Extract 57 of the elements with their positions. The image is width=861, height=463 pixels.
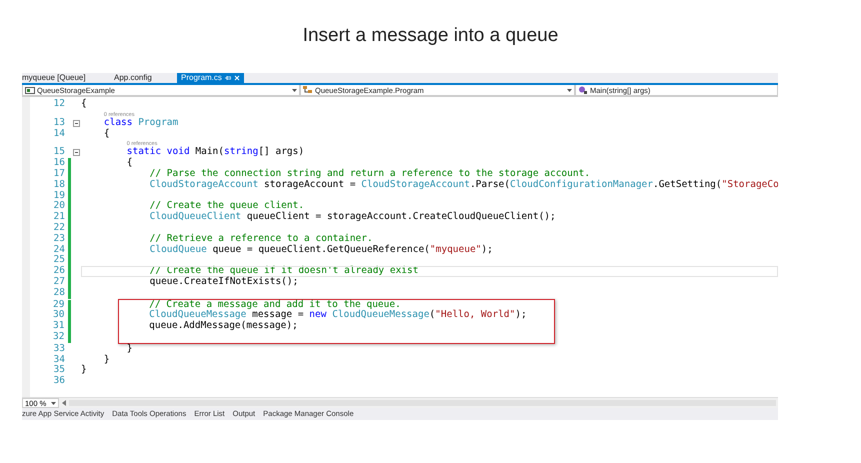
code-line: }: [81, 365, 87, 376]
line-number: 23: [52, 234, 65, 245]
line-number: 33: [52, 344, 65, 355]
code-line: CloudQueueMessage message = new CloudQueueMessage("Hello, World");: [148, 310, 527, 320]
line-number: 22: [52, 222, 65, 234]
code-line: }: [102, 354, 110, 366]
line-number: 17: [52, 168, 65, 180]
line-number: 35: [52, 365, 65, 376]
caret-icon: [51, 402, 56, 404]
code-line: CloudStorageAccount storageAccount = CloudStorageAccount.Parse(CloudConfigurationManager.GetSetting("StorageCo: [148, 180, 778, 191]
line-number: 31: [52, 321, 64, 332]
code-line: queue.AddMessage(message);: [148, 321, 298, 332]
line-number: 12: [52, 99, 65, 110]
line-number: 36: [52, 376, 65, 387]
code-line: {: [102, 128, 110, 140]
line-number: 28: [52, 288, 65, 299]
document-tab[interactable]: Program.cs: [177, 73, 244, 83]
code-line: }: [126, 344, 132, 355]
close-icon[interactable]: [234, 75, 240, 81]
line-number: 24: [52, 244, 65, 255]
line-number: 18: [52, 180, 65, 191]
code-line: static void Main(string[] args): [126, 147, 304, 158]
line-number: 27: [52, 276, 65, 288]
code-line: queue.CreateIfNotExists();: [148, 276, 298, 288]
slide-title: Insert a message into a queue: [302, 24, 560, 48]
code-line: // Create the queue client.: [148, 201, 304, 212]
line-number: 21: [52, 212, 65, 223]
method-icon: [578, 86, 588, 94]
collapse-icon[interactable]: [72, 149, 80, 156]
line-number: 26: [52, 266, 65, 277]
line-number: 25: [52, 255, 65, 266]
line-number: 14: [52, 128, 65, 140]
line-number: 20: [52, 201, 65, 212]
code-line: class Program: [102, 118, 178, 128]
document-tab[interactable]: myqueue [Queue]: [22, 73, 110, 83]
document-tab[interactable]: App.config: [110, 73, 177, 83]
code-line: // Parse the connection string and return a reference to the storage account.: [148, 168, 590, 180]
line-number: 29: [52, 300, 64, 310]
code-line: // Retrieve a reference to a container.: [148, 234, 373, 244]
line-number: 13: [52, 118, 65, 129]
pin-icon[interactable]: [224, 75, 231, 81]
line-number: 30: [52, 310, 64, 321]
code-line: {: [81, 99, 87, 110]
line-number: 19: [52, 190, 65, 201]
scroll-left-icon[interactable]: [62, 400, 66, 406]
code-line: // Create a message and add it to the queue.: [148, 300, 401, 310]
class-icon: [303, 86, 313, 94]
line-number: 16: [52, 158, 65, 169]
collapse-icon[interactable]: [72, 120, 80, 127]
code-line: CloudQueueClient queueClient = storageAccount.CreateCloudQueueClient();: [148, 212, 556, 223]
line-number: 34: [52, 354, 65, 365]
code-line: {: [126, 158, 132, 169]
caret-icon: [567, 88, 572, 92]
line-number: 32: [52, 332, 64, 343]
caret-icon: [292, 88, 297, 92]
line-number: 15: [52, 147, 65, 158]
code-line: CloudQueue queue = queueClient.GetQueueReference("myqueue");: [148, 244, 493, 256]
